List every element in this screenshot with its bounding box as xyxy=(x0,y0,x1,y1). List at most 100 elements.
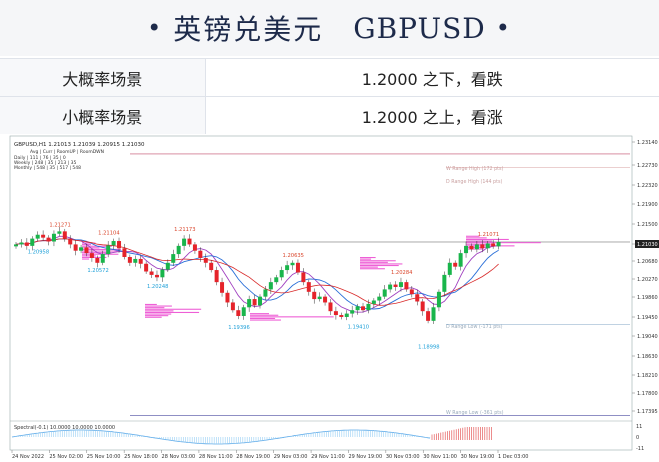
price-axis: 1.23140 1.22730 1.22320 1.21900 1.21500 1.210… xyxy=(632,140,659,415)
page-title: • 英镑兑美元 GBPUSD • xyxy=(0,0,659,56)
candle-up xyxy=(106,245,111,255)
candle-down xyxy=(301,272,306,283)
candle-down xyxy=(491,243,496,247)
candle-up xyxy=(111,241,116,246)
price-tick-label: 1.22730 xyxy=(637,163,658,169)
candle-up xyxy=(19,242,24,245)
candle-up xyxy=(100,254,105,263)
price-tick-label: 1.20270 xyxy=(637,277,658,283)
profile-bar xyxy=(145,305,172,307)
candle-up xyxy=(442,274,447,292)
w-range-high-label: W Range High (172 pts) xyxy=(446,166,504,172)
candle-up xyxy=(285,265,290,271)
candle-up xyxy=(398,282,403,287)
profile-bar xyxy=(145,303,157,306)
profile-bar xyxy=(145,310,174,312)
scenario-label: 大概率场景 xyxy=(0,58,206,97)
price-annotation: 1.18998 xyxy=(418,344,439,350)
time-tick-label: 29 Nov 03:00 xyxy=(274,454,308,460)
candle-down xyxy=(469,245,474,250)
price-annotation: 1.19410 xyxy=(348,324,369,330)
price-annotation: 1.20572 xyxy=(87,268,108,274)
candle-down xyxy=(144,263,149,272)
price-annotation: 1.19396 xyxy=(228,325,249,331)
candle-up xyxy=(274,277,279,283)
profile-bar xyxy=(360,264,399,267)
time-axis: 24 Nov 2022 25 Nov 02:00 25 Nov 10:00 25 No… xyxy=(11,450,528,460)
price-annotation: 1.21173 xyxy=(174,227,195,233)
candle-down xyxy=(339,315,344,317)
price-annotation: 1.20958 xyxy=(28,249,49,255)
profile-bar xyxy=(360,266,378,268)
candle-down xyxy=(117,241,122,249)
time-tick-label: 28 Nov 11:00 xyxy=(199,454,233,460)
price-annotation: 1.20635 xyxy=(283,253,304,259)
candle-up xyxy=(382,289,387,297)
candle-down xyxy=(95,257,100,263)
candle-down xyxy=(361,306,366,311)
candle-down xyxy=(409,289,414,295)
candle-up xyxy=(485,243,490,249)
price-tick-label: 1.18210 xyxy=(637,373,658,379)
candle-down xyxy=(68,238,73,245)
candle-up xyxy=(377,296,382,301)
candle-up xyxy=(171,254,176,263)
chart-canvas[interactable]: GBPUSD,H1 1.21013 1.21039 1.20915 1.2103… xyxy=(0,134,659,462)
candle-down xyxy=(333,311,338,316)
candle-down xyxy=(203,257,208,263)
candle-down xyxy=(225,292,230,303)
candle-up xyxy=(344,313,349,317)
profile-bar xyxy=(145,307,165,309)
candle-up xyxy=(133,258,138,263)
w-range-low-label: W Range Low (-361 pts) xyxy=(446,410,504,416)
candle-up xyxy=(176,245,181,255)
candle-down xyxy=(73,244,78,251)
time-tick-label: 30 Nov 03:00 xyxy=(386,454,420,460)
candle-up xyxy=(366,303,371,311)
ohlc-readout: GBPUSD,H1 1.21013 1.21039 1.20915 1.2103… xyxy=(14,142,145,148)
candle-up xyxy=(268,282,273,290)
candle-down xyxy=(89,253,94,258)
time-tick-label: 25 Nov 02:00 xyxy=(49,454,83,460)
range-lines xyxy=(130,153,630,416)
candle-down xyxy=(328,302,333,312)
time-tick-label: 29 Nov 19:00 xyxy=(348,454,382,460)
profile-bar xyxy=(250,319,281,321)
candle-down xyxy=(46,237,51,242)
candle-down xyxy=(84,247,89,254)
scenario-row-low-probability: 小概率场景 1.2000 之上，看涨 xyxy=(0,96,659,135)
candle-down xyxy=(122,248,127,257)
candle-up xyxy=(247,299,252,308)
candle-down xyxy=(415,294,420,302)
candle-up xyxy=(57,231,62,234)
candle-down xyxy=(127,256,132,263)
price-chart[interactable]: GBPUSD,H1 1.21013 1.21039 1.20915 1.2103… xyxy=(0,134,659,462)
price-annotation: 1.21071 xyxy=(478,232,499,238)
candle-down xyxy=(220,282,225,293)
time-tick-label: 25 Nov 10:00 xyxy=(87,454,121,460)
time-tick-label: 30 Nov 11:00 xyxy=(423,454,457,460)
candle-down xyxy=(192,244,197,251)
title-chinese: 英镑兑美元 xyxy=(173,13,324,46)
time-tick-label: 1 Dec 03:00 xyxy=(498,454,528,460)
scenario-value: 1.2000 之下，看跌 xyxy=(205,58,659,97)
candle-up xyxy=(165,262,170,270)
profile-bar xyxy=(466,238,509,241)
price-tick-label: 1.17800 xyxy=(637,391,658,397)
candle-up xyxy=(436,291,441,308)
price-tick-label: 1.19450 xyxy=(637,315,658,321)
time-tick-label: 28 Nov 03:00 xyxy=(162,454,196,460)
price-tick-label: 1.21500 xyxy=(637,222,658,228)
price-tick-label: 1.21030 xyxy=(637,242,658,248)
price-annotation: 1.20248 xyxy=(147,284,168,290)
profile-bar xyxy=(250,316,334,318)
candle-up xyxy=(79,247,84,251)
candle-down xyxy=(306,282,311,292)
profile-bar xyxy=(145,313,172,315)
price-annotation: 1.21104 xyxy=(98,230,120,236)
candle-up xyxy=(355,306,360,311)
chart-frame xyxy=(9,135,633,451)
candle-down xyxy=(312,291,317,300)
candle-down xyxy=(453,262,458,267)
candle-up xyxy=(263,289,268,297)
